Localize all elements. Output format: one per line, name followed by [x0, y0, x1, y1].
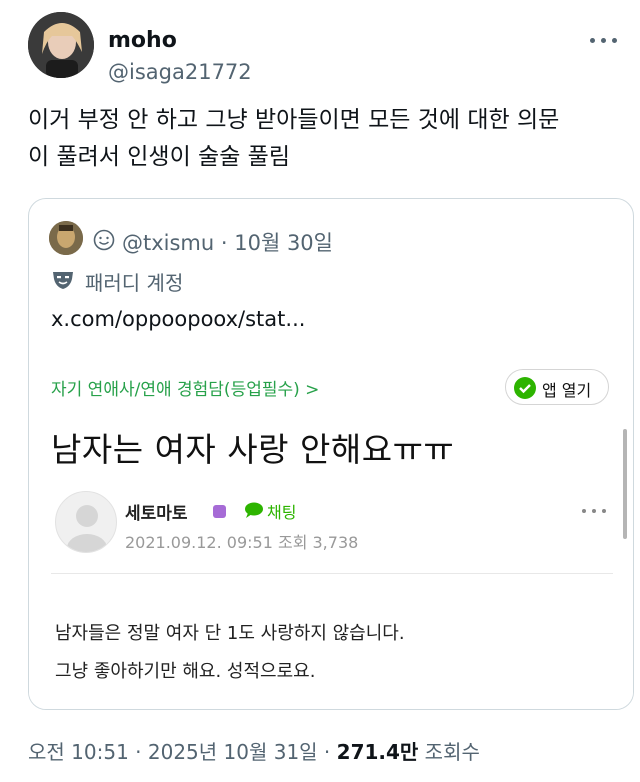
views-count: 271.4만 [336, 740, 419, 764]
more-options-icon [582, 507, 606, 515]
member-badge-icon [213, 505, 226, 518]
scrollbar [623, 429, 627, 539]
post-author: 세토마토 [125, 504, 188, 524]
post-meta: 2021.09.12. 09:51 조회 3,738 [125, 533, 359, 552]
divider [51, 573, 613, 574]
avatar[interactable] [28, 12, 94, 78]
smiley-icon [93, 229, 115, 251]
open-app-button: 앱 열기 [505, 369, 609, 405]
views-label: 조회수 [418, 740, 480, 764]
check-icon [514, 377, 536, 399]
tweet-text: 이거 부정 안 하고 그냥 받아들이면 모든 것에 대한 의문 이 풀려서 인생… [28, 102, 628, 176]
quoted-link[interactable]: x.com/oppoopoox/stat... [51, 307, 305, 331]
tweet-text-line: 이거 부정 안 하고 그냥 받아들이면 모든 것에 대한 의문 [28, 107, 560, 133]
tweet-header: moho @isaga21772 [28, 12, 618, 84]
more-options-icon[interactable] [590, 34, 618, 46]
open-app-label: 앱 열기 [542, 381, 592, 400]
tweet-text-line: 이 풀려서 인생이 술술 풀림 [28, 144, 291, 170]
post-body-line: 그냥 좋아하기만 해요. 성적으로요. [55, 661, 316, 682]
chat-bubble-icon [243, 501, 265, 519]
breadcrumb: 자기 연애사/연애 경험담(등업필수) > [51, 380, 320, 400]
post-title: 남자는 여자 사랑 안해요ㅠㅠ [51, 430, 455, 469]
chat-label: 채팅 [267, 503, 297, 522]
display-name[interactable]: moho [108, 28, 177, 53]
quoted-avatar [49, 221, 83, 255]
parody-mask-icon [51, 269, 75, 291]
quoted-handle-date: @txismu · 10월 30일 [122, 231, 333, 255]
timestamp[interactable]: 오전 10:51 · 2025년 10월 31일 · [28, 740, 337, 764]
quoted-tweet-card[interactable]: @txismu · 10월 30일 패러디 계정 x.com/oppoopoox… [28, 198, 634, 710]
post-body-line: 남자들은 정말 여자 단 1도 사랑하지 않습니다. [55, 623, 405, 644]
parody-account-label: 패러디 계정 [85, 271, 184, 295]
user-handle[interactable]: @isaga21772 [108, 60, 252, 84]
embedded-post-image: 자기 연애사/연애 경험담(등업필수) > 앱 열기 남자는 여자 사랑 안해요… [29, 351, 633, 709]
default-avatar-icon [55, 491, 117, 553]
tweet-timestamp-views: 오전 10:51 · 2025년 10월 31일 · 271.4만 조회수 [28, 736, 480, 765]
